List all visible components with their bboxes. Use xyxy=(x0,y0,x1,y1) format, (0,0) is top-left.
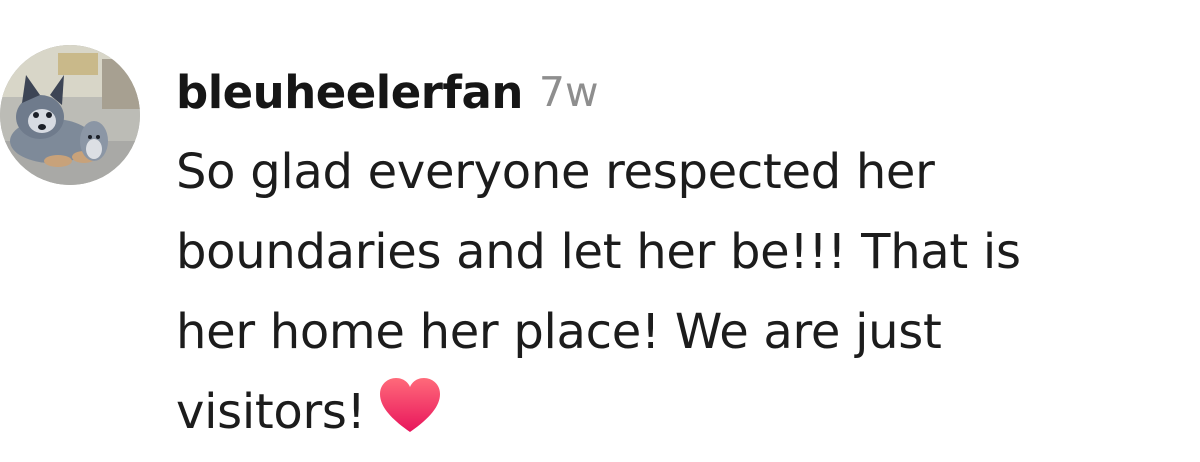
username[interactable]: bleuheelerfan xyxy=(176,66,523,119)
timestamp[interactable]: 7w xyxy=(539,68,599,116)
comment: bleuheelerfan 7w So glad everyone respec… xyxy=(0,0,1200,462)
comment-text: So glad everyone respected her boundarie… xyxy=(176,132,1176,452)
comment-text-line: her home her place! We are just xyxy=(176,304,942,360)
heart-emoji-icon xyxy=(378,376,442,436)
comment-text-line: boundaries and let her be!!! That is xyxy=(176,224,1021,280)
comment-header: bleuheelerfan 7w xyxy=(176,52,1176,132)
comment-text-line: visitors! xyxy=(176,384,366,440)
avatar[interactable] xyxy=(0,45,140,185)
comment-text-line: So glad everyone respected her xyxy=(176,144,935,200)
comment-body: bleuheelerfan 7w So glad everyone respec… xyxy=(176,52,1176,452)
comment-text-last-line: visitors! xyxy=(176,372,1176,452)
avatar-dog-image xyxy=(0,45,140,185)
